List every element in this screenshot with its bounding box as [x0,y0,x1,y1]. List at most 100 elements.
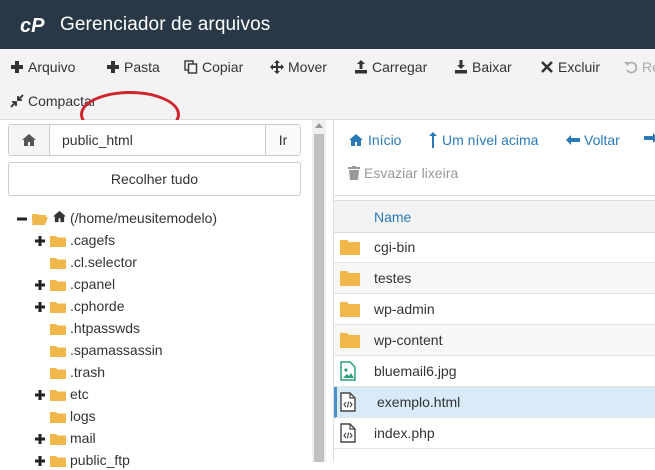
file-row[interactable]: testes [334,263,655,294]
home-icon [52,210,67,226]
move-icon [270,60,284,74]
home-nav-button[interactable]: Início [348,132,401,148]
tree-item-label: logs [70,408,96,424]
forward-button[interactable] [644,132,655,144]
directory-tree-panel: Ir Recolher tudo (/home/meusitemodelo) .c… [0,120,312,468]
tree-item[interactable]: .trash [34,362,105,382]
tree-item[interactable]: public_ftp [34,450,130,470]
close-icon [541,61,553,73]
move-button[interactable]: Mover [270,57,327,77]
folder-open-icon [32,212,48,225]
delete-button[interactable]: Excluir [540,57,600,77]
compress-label: Compactar [28,93,97,109]
tree-item[interactable]: .cl.selector [34,252,137,272]
scroll-up-arrow[interactable] [315,123,323,128]
delete-label: Excluir [558,59,601,75]
tree-item-label: .spamassassin [70,342,163,358]
scrollbar[interactable] [312,120,326,462]
new-file-button[interactable]: Arquivo [10,57,75,77]
tree-item-label: .cl.selector [70,254,137,270]
file-list-header: Name [334,200,655,233]
copy-label: Copiar [202,59,244,75]
restore-label: Re [642,59,655,75]
collapse-all-button[interactable]: Recolher tudo [8,162,301,196]
copy-icon [184,60,198,74]
download-button[interactable]: Baixar [454,57,512,77]
new-folder-button[interactable]: Pasta [106,57,160,77]
expand-icon[interactable] [34,278,46,290]
home-icon [349,134,363,146]
empty-trash-label: Esvaziar lixeira [364,165,459,181]
plus-icon [11,61,23,73]
folder-icon [340,299,360,319]
tree-item[interactable]: logs [34,406,96,426]
go-button[interactable]: Ir [265,125,300,155]
folder-icon [50,300,66,313]
upload-button[interactable]: Carregar [354,57,427,77]
undo-icon [624,61,638,74]
tree-item[interactable]: .htpasswds [34,318,140,338]
tree-item-label: .trash [70,364,106,380]
tree-item[interactable]: .cphorde [34,296,124,316]
new-folder-label: Pasta [124,59,160,75]
tree-item[interactable]: .spamassassin [34,340,163,360]
arrow-left-icon [566,135,580,145]
folder-icon [50,234,66,247]
code-file-icon [340,392,360,412]
path-input[interactable] [50,125,265,155]
navigation-bar: Início Um nível acima Voltar Esvaziar li… [334,120,655,196]
tree-item-label: (/home/meusitemodelo) [70,210,218,226]
up-one-level-button[interactable]: Um nível acima [428,132,538,148]
file-name: wp-admin [374,301,435,317]
file-row[interactable]: cgi-bin [334,232,655,263]
svg-text:cP: cP [20,15,45,36]
back-button[interactable]: Voltar [566,132,620,148]
file-name: wp-content [374,332,443,348]
expand-icon[interactable] [34,388,46,400]
image-file-icon [340,361,360,381]
upload-label: Carregar [372,59,428,75]
file-row[interactable]: wp-content [334,325,655,356]
file-list-panel: Início Um nível acima Voltar Esvaziar li… [333,120,655,462]
collapse-icon[interactable] [16,212,28,224]
file-row[interactable]: bluemail6.jpg [334,356,655,387]
folder-icon [50,344,66,357]
folder-icon [50,256,66,269]
restore-button[interactable]: Re [624,57,655,77]
column-name-header[interactable]: Name [374,209,411,225]
move-label: Mover [288,59,327,75]
download-label: Baixar [472,59,512,75]
file-row[interactable]: index.php [334,418,655,449]
scroll-thumb[interactable] [314,134,324,462]
arrow-right-icon [644,133,655,143]
tree-item[interactable]: .cagefs [34,230,115,250]
tree-item[interactable]: (/home/meusitemodelo) [16,208,217,228]
folder-icon [340,268,360,288]
expand-icon[interactable] [34,234,46,246]
app-header: cP Gerenciador de arquivos [0,0,655,49]
cpanel-logo-icon: cP [20,14,50,37]
file-row[interactable]: wp-admin [334,294,655,325]
page-title: Gerenciador de arquivos [60,13,271,35]
expand-icon[interactable] [34,432,46,444]
tree-item[interactable]: etc [34,384,89,404]
expand-icon[interactable] [34,454,46,466]
expand-icon[interactable] [34,300,46,312]
folder-icon [50,322,66,335]
tree-item-label: etc [70,386,89,402]
copy-button[interactable]: Copiar [184,57,243,77]
tree-item[interactable]: mail [34,428,96,448]
tree-item[interactable]: .cpanel [34,274,115,294]
download-icon [455,60,467,74]
tree-item-label: mail [70,430,96,446]
empty-trash-button[interactable]: Esvaziar lixeira [348,165,458,181]
home-button[interactable] [9,125,50,155]
home-nav-label: Início [368,132,402,148]
file-row[interactable]: exemplo.html [334,387,655,418]
up-one-level-label: Um nível acima [442,132,539,148]
compress-button[interactable]: Compactar [10,91,96,111]
